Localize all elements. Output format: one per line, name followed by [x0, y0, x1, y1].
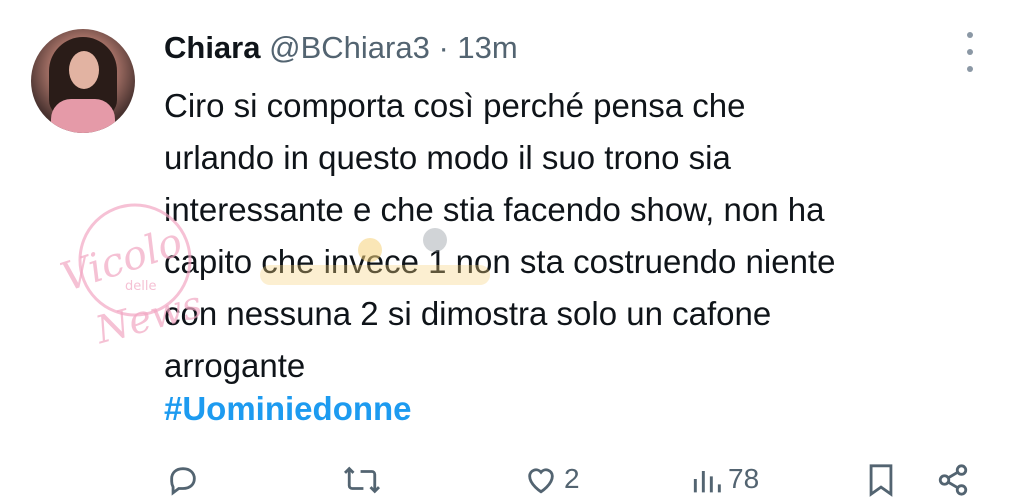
svg-text:delle: delle [125, 279, 156, 294]
bookmark-button[interactable] [866, 463, 896, 497]
more-options-icon[interactable] [958, 32, 982, 72]
tweet-text-line: con nessuna 2 si dimostra solo un cafone [164, 295, 772, 332]
tweet-text-line: Ciro si comporta così perché pensa che [164, 87, 746, 124]
tweet-text-line: urlando in questo modo il suo trono sia [164, 139, 731, 176]
tweet-text: Ciro si comporta così perché pensa che u… [164, 80, 994, 392]
tweet-header: Chiara @BChiara3 · 13m [164, 30, 518, 66]
tweet-text-line: interessante e che stia facendo show, no… [164, 191, 825, 228]
views-button[interactable]: 78 [690, 463, 759, 495]
share-button[interactable] [936, 463, 970, 497]
retweet-icon [343, 466, 381, 494]
header-separator: · [438, 30, 449, 65]
share-icon [938, 464, 968, 496]
reply-icon [170, 467, 196, 496]
views-count: 78 [728, 463, 760, 494]
hashtag-link[interactable]: #Uominiedonne [164, 390, 412, 428]
tweet-text-line: arrogante [164, 347, 306, 384]
author-name[interactable]: Chiara [164, 30, 260, 65]
retweet-button[interactable] [342, 463, 382, 497]
like-count: 2 [564, 463, 580, 494]
author-handle[interactable]: @BChiara3 [269, 30, 430, 65]
avatar[interactable] [31, 29, 135, 133]
avatar-clothing [51, 99, 115, 133]
bookmark-icon [869, 464, 893, 497]
tweet-actions: 2 78 [0, 455, 1024, 497]
heart-icon [528, 468, 554, 494]
avatar-face [69, 51, 99, 89]
tweet-time[interactable]: 13m [457, 30, 517, 65]
like-button[interactable]: 2 [524, 463, 580, 495]
tweet-text-line: capito che invece 1 non sta costruendo n… [164, 243, 836, 280]
reply-button[interactable] [166, 463, 200, 497]
views-icon [693, 471, 721, 493]
